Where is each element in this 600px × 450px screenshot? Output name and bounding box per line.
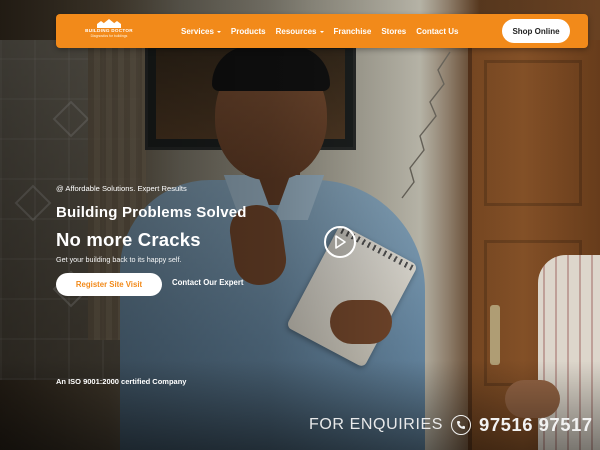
hero-headline-secondary: No more Cracks bbox=[56, 229, 201, 250]
contact-expert-link[interactable]: Contact Our Expert bbox=[172, 278, 243, 287]
nav-item-label: Franchise bbox=[333, 26, 372, 36]
nav-item-services[interactable]: Services bbox=[181, 27, 221, 36]
nav-item-contact-us[interactable]: Contact Us bbox=[416, 27, 458, 36]
nav-item-label: Stores bbox=[381, 26, 407, 36]
nav-menu: Services Products Resources Franchise St… bbox=[181, 14, 458, 48]
hero-tagline: @ Affordable Solutions. Expert Results bbox=[56, 184, 187, 193]
logo-house-icon bbox=[97, 19, 121, 28]
nav-item-stores[interactable]: Stores bbox=[381, 27, 406, 36]
nav-item-products[interactable]: Products bbox=[231, 27, 266, 36]
enquiry-phone-number[interactable]: 97516 97517 bbox=[479, 414, 593, 436]
phone-icon bbox=[451, 415, 472, 435]
enquiry-strip: FOR ENQUIRIES 97516 97517 bbox=[309, 414, 593, 436]
hero-subtext: Get your building back to its happy self… bbox=[56, 255, 182, 264]
nav-item-franchise[interactable]: Franchise bbox=[334, 27, 372, 36]
register-site-visit-button[interactable]: Register Site Visit bbox=[56, 273, 162, 296]
hero-headline-primary: Building Problems Solved bbox=[56, 204, 247, 221]
nav-item-label: Products bbox=[230, 26, 266, 36]
logo-tagline: Diagnostics for buildings bbox=[90, 34, 128, 38]
logo-name: BUILDING DOCTOR bbox=[85, 28, 133, 33]
chevron-down-icon bbox=[216, 30, 221, 33]
play-video-button[interactable] bbox=[324, 226, 356, 258]
enquiry-label: FOR ENQUIRIES bbox=[309, 416, 444, 433]
site-logo[interactable]: BUILDING DOCTOR Diagnostics for building… bbox=[78, 19, 140, 43]
navbar: BUILDING DOCTOR Diagnostics for building… bbox=[56, 14, 588, 48]
nav-item-resources[interactable]: Resources bbox=[276, 27, 324, 36]
chevron-down-icon bbox=[319, 30, 324, 33]
shop-online-button[interactable]: Shop Online bbox=[502, 19, 570, 43]
play-icon bbox=[335, 235, 346, 249]
nav-item-label: Resources bbox=[275, 26, 317, 36]
nav-item-label: Services bbox=[181, 26, 214, 36]
certification-text: An ISO 9001:2000 certified Company bbox=[56, 377, 187, 386]
nav-item-label: Contact Us bbox=[416, 26, 459, 36]
